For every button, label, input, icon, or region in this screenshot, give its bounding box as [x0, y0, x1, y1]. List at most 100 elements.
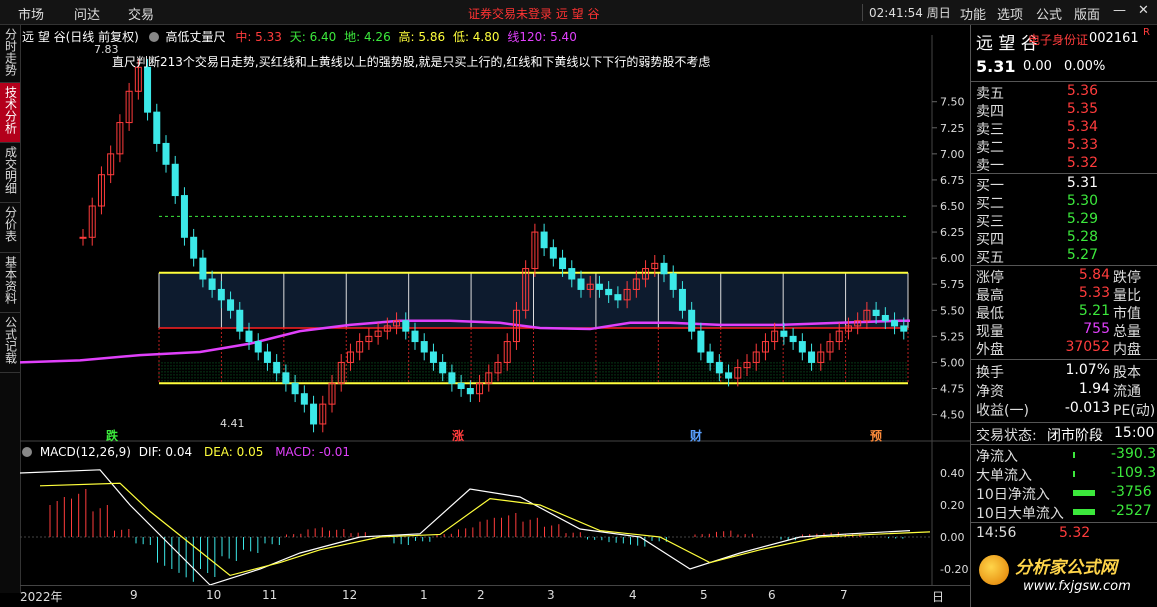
dif-line	[20, 469, 911, 586]
candle-body	[263, 351, 271, 363]
quote-row-value: 5.33	[1078, 285, 1110, 301]
candle-body	[900, 325, 908, 332]
divider	[971, 444, 1157, 445]
trade-state-row: 交易状态: 闭市阶段 15:00	[971, 425, 1157, 444]
stock-tag[interactable]: 电子身份证	[1028, 31, 1088, 48]
x-axis-label: 6	[768, 588, 776, 602]
tab-label: 成交明细	[3, 146, 18, 194]
indicator-name[interactable]: 高低丈量尺	[165, 30, 225, 44]
quote-row-label: 买四	[976, 232, 1004, 248]
flow-bar	[1073, 471, 1075, 477]
watermark-title: 分析家公式网	[1015, 558, 1117, 578]
quote-row-value: 5.21	[1078, 303, 1110, 319]
candle-body	[282, 372, 290, 384]
legend-ground: 地: 4.26	[344, 30, 391, 44]
trade-time: 15:00	[1114, 425, 1155, 441]
divider	[971, 81, 1157, 82]
quote-row-label2: 总量	[1113, 324, 1141, 340]
quote-row-label: 收益(一)	[976, 403, 1029, 419]
menu-options[interactable]: 选项	[997, 4, 1023, 23]
quote-row-label2: 股本	[1113, 365, 1141, 381]
candle-body	[273, 361, 281, 374]
event-marker-fall[interactable]: 跌	[106, 427, 118, 444]
menu-formula[interactable]: 公式	[1036, 4, 1062, 23]
tab-trades[interactable]: 成交明细	[0, 143, 20, 203]
price-change: 0.00	[1023, 59, 1052, 74]
candle-body	[190, 236, 198, 259]
price-tick-label: 7.50	[940, 96, 965, 109]
x-axis-label: 5	[700, 588, 708, 602]
quote-row-label: 最低	[976, 306, 1004, 322]
macd-dif: DIF: 0.04	[138, 445, 193, 459]
quote-row-value: 5.31	[1066, 175, 1098, 191]
price-tick-label: 6.00	[940, 252, 965, 265]
event-marker-finance[interactable]: 财	[690, 427, 702, 444]
trade-state-label: 交易状态:	[976, 428, 1037, 444]
event-marker-rise[interactable]: 涨	[452, 427, 464, 444]
menu-wenda[interactable]: 问达	[74, 4, 100, 23]
macd-value: MACD: -0.01	[275, 445, 351, 459]
kline-chart[interactable]: 7.50 7.25 7.00 6.75 6.50 6.25 6.00 5.75 5.50 5.25…	[20, 25, 970, 593]
quote-row-label: 涨停	[976, 270, 1004, 286]
menu-function[interactable]: 功能	[960, 4, 986, 23]
quote-row: 买五 5.27	[971, 247, 1157, 266]
dropdown-icon[interactable]	[148, 32, 159, 42]
quote-row-label2: 内盘	[1113, 342, 1141, 358]
quote-row: 最低 5.21 市值	[971, 303, 1157, 322]
event-marker-forecast[interactable]: 预	[870, 427, 882, 444]
price-tick-label: 6.50	[940, 200, 965, 213]
flow-value: -2527	[1111, 503, 1152, 519]
tab-technical[interactable]: 技术分析	[0, 83, 20, 143]
menu-trade[interactable]: 交易	[128, 4, 154, 23]
price-change-pct: 0.00%	[1064, 59, 1106, 74]
candle-body	[300, 393, 308, 405]
menu-market[interactable]: 市场	[18, 4, 44, 23]
divider	[971, 265, 1157, 266]
candle-body	[180, 195, 188, 238]
minimize-icon[interactable]: —	[1113, 3, 1126, 18]
legend-mid: 中: 5.33	[235, 30, 282, 44]
price-tick-label: 5.75	[940, 278, 965, 291]
candle-body	[725, 372, 733, 379]
menu-layout[interactable]: 版面	[1074, 4, 1100, 23]
quote-row-value: 5.84	[1078, 267, 1110, 283]
flow-bar	[1073, 452, 1075, 458]
candle-body	[402, 320, 410, 332]
dea-line	[39, 482, 931, 577]
quote-row-value: 5.34	[1066, 119, 1098, 135]
stock-flag: R	[1143, 27, 1150, 38]
candle-body	[697, 330, 705, 353]
tick-price: 5.32	[1059, 525, 1091, 541]
candle-body	[439, 361, 447, 374]
macd-dropdown-icon[interactable]	[22, 447, 32, 457]
candle-body	[780, 330, 788, 337]
price-high-mark: 7.83	[94, 43, 119, 56]
quote-row-label: 最高	[976, 288, 1004, 304]
price-tick-label: 5.25	[940, 330, 965, 343]
price-tick-label: 4.50	[940, 409, 965, 422]
watermark-url: www.fxjgsw.com	[1023, 579, 1131, 594]
tab-fundamentals[interactable]: 基本资料	[0, 253, 20, 313]
quote-row-value: 5.36	[1066, 83, 1098, 99]
quote-row-label: 卖四	[976, 104, 1004, 120]
login-notice[interactable]: 证券交易未登录 远 望 谷	[468, 5, 599, 22]
quote-row: 买一 5.31	[971, 175, 1157, 194]
x-axis-label: 2	[477, 588, 485, 602]
tab-price-table[interactable]: 分价表	[0, 203, 20, 253]
legend-ma120: 线120: 5.40	[507, 30, 577, 44]
candle-body	[715, 361, 723, 374]
tab-intraday[interactable]: 分时走势	[0, 25, 20, 83]
candle-body	[227, 299, 235, 311]
candle-body	[568, 268, 576, 280]
chart-area[interactable]: 7.50 7.25 7.00 6.75 6.50 6.25 6.00 5.75 5.50 5.25…	[20, 25, 970, 593]
x-axis-label: 3	[547, 588, 555, 602]
macd-title[interactable]: MACD(12,26,9)	[40, 445, 131, 459]
tab-formula[interactable]: 公式记载	[0, 313, 20, 373]
annotation-text: 直尺判断213个交易日走势,买红线和上黄线以上的强势股,就是只买上行的,红线和下…	[112, 55, 711, 69]
quote-row-label2: 市值	[1113, 306, 1141, 322]
legend-sky: 天: 6.40	[289, 30, 337, 44]
tick-time: 14:56	[976, 525, 1017, 541]
clock: 02:41:54 周日	[862, 4, 951, 21]
close-icon[interactable]: ✕	[1138, 3, 1149, 18]
price-tick-label: 6.75	[940, 174, 965, 187]
